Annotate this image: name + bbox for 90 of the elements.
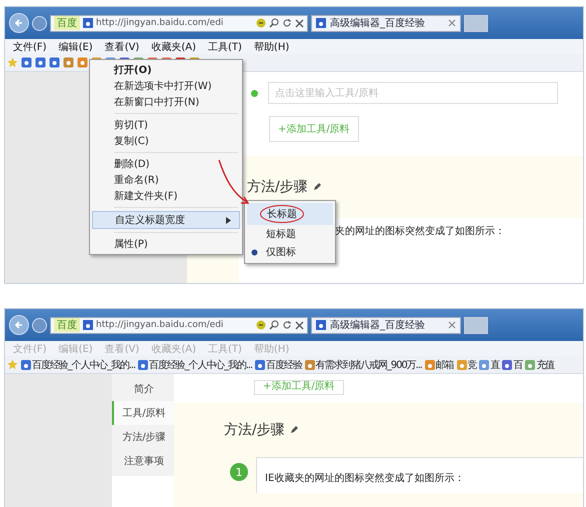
context-menu-item[interactable]: 在新窗口中打开(N)	[92, 94, 240, 110]
menu-item[interactable]: 帮助(H)	[254, 40, 290, 54]
favorite-link[interactable]: 竞	[456, 358, 476, 372]
refresh-icon[interactable]	[282, 320, 292, 330]
tab-title: 高级编辑器_百度经验	[330, 318, 426, 332]
back-button[interactable]	[9, 315, 29, 335]
close-icon[interactable]	[295, 18, 304, 28]
website-icon[interactable]	[63, 57, 74, 68]
new-tab-button[interactable]	[464, 316, 488, 334]
website-icon	[479, 360, 490, 370]
favorite-link[interactable]: 有需求到猪八戒网_900万...	[304, 358, 422, 372]
search-provider[interactable]: 百度	[54, 16, 80, 30]
website-icon	[525, 360, 536, 370]
circled-label: 长标题	[260, 205, 304, 223]
refresh-icon[interactable]	[282, 18, 292, 28]
url-text: http://jingyan.baidu.com/edi	[96, 18, 224, 28]
address-bar[interactable]: 百度 http://jingyan.baidu.com/edi	[50, 316, 308, 334]
radio-dot-icon	[251, 248, 258, 256]
context-menu-item[interactable]: 自定义标题宽度	[92, 211, 240, 229]
browser-tab[interactable]: 高级编辑器_百度经验	[311, 316, 461, 334]
favorite-link[interactable]: 百度经验_个人中心_我的...	[21, 358, 136, 372]
menu-item[interactable]: 收藏夹(A)	[151, 40, 196, 54]
website-icon[interactable]	[77, 57, 88, 68]
context-menu-item[interactable]: 剪切(T)	[92, 117, 240, 133]
submenu-item[interactable]: 短标题	[247, 225, 333, 243]
context-menu-item[interactable]: 新建文件夹(F)	[92, 188, 240, 204]
back-arrow-icon	[13, 319, 25, 331]
bullet-icon	[251, 90, 258, 96]
submenu-item[interactable]: 仅图标	[247, 243, 333, 261]
context-menu-item[interactable]: 复制(C)	[92, 133, 240, 149]
forward-button[interactable]	[32, 318, 47, 332]
step-number: 1	[230, 463, 248, 481]
forward-button[interactable]	[32, 16, 47, 30]
nav-item[interactable]: 工具/原料	[112, 401, 174, 425]
address-bar[interactable]: 百度 http://jingyan.baidu.com/edi	[50, 14, 308, 32]
search-provider[interactable]: 百度	[54, 318, 80, 332]
close-icon[interactable]	[295, 320, 304, 330]
website-icon	[21, 360, 31, 370]
website-icon	[304, 360, 315, 370]
new-tab-button[interactable]	[464, 14, 488, 32]
favorite-link[interactable]: 直	[479, 358, 500, 372]
favorite-link[interactable]: 百	[502, 358, 522, 372]
star-icon[interactable]	[7, 57, 18, 68]
context-menu-item[interactable]: 重命名(R)	[92, 172, 240, 188]
submenu-label: 短标题	[266, 228, 296, 241]
favorite-link[interactable]: 百度经验_个人中心_我的...	[138, 358, 252, 372]
search-icon[interactable]	[269, 18, 279, 28]
website-icon[interactable]	[21, 57, 32, 68]
pencil-icon[interactable]	[312, 183, 321, 191]
compat-icon[interactable]	[256, 320, 266, 330]
tab-title: 高级编辑器_百度经验	[330, 16, 426, 30]
nav-item[interactable]: 方法/步骤	[112, 425, 174, 449]
search-icon[interactable]	[269, 320, 279, 330]
close-icon[interactable]	[448, 19, 456, 27]
favorite-link[interactable]: 百度经验	[255, 358, 302, 372]
pencil-icon[interactable]	[290, 426, 298, 434]
section-heading: 方法/步骤	[247, 178, 308, 196]
submenu-item[interactable]: 长标题	[247, 203, 333, 225]
close-icon[interactable]	[448, 321, 456, 329]
website-icon	[255, 360, 266, 370]
submenu-label: 仅图标	[266, 246, 296, 259]
context-menu-item[interactable]: 删除(D)	[92, 156, 240, 172]
menu-item[interactable]: 工具(T)	[208, 40, 242, 54]
menu-item[interactable]: 编辑(E)	[58, 40, 93, 54]
nav-item[interactable]: 简介	[112, 377, 174, 401]
url-text: http://jingyan.baidu.com/edi	[96, 320, 224, 330]
step-text: IE收藏夹的网址的图标突然变成了如图所示：	[265, 473, 464, 484]
website-icon	[502, 360, 512, 370]
menu-item[interactable]: 文件(F)	[13, 40, 47, 54]
submenu-arrow-icon	[226, 217, 231, 224]
website-icon[interactable]	[35, 57, 46, 68]
context-menu-item[interactable]: 打开(O)	[92, 62, 240, 78]
nav-item[interactable]: 注意事项	[112, 449, 174, 473]
favorite-link[interactable]: 邮箱	[424, 358, 454, 372]
context-menu-item[interactable]: 属性(P)	[92, 236, 240, 252]
website-icon	[424, 360, 435, 370]
menu-item[interactable]: 查看(V)	[104, 40, 140, 54]
section-heading: 方法/步骤	[224, 421, 285, 439]
compat-icon[interactable]	[256, 18, 266, 28]
website-icon[interactable]	[49, 57, 60, 68]
star-icon[interactable]	[7, 359, 18, 370]
context-menu-item[interactable]: 在新选项卡中打开(W)	[92, 78, 240, 94]
website-icon	[138, 360, 148, 370]
favorite-link[interactable]: 充值	[525, 358, 554, 372]
website-icon	[456, 360, 467, 370]
back-button[interactable]	[9, 13, 29, 33]
tool-input-field[interactable]: 点击这里输入工具/原料	[268, 82, 558, 104]
step-text: 夹的网址的图标突然变成了如图所示：	[335, 224, 505, 238]
back-arrow-icon	[13, 17, 25, 29]
browser-tab[interactable]: 高级编辑器_百度经验	[311, 14, 461, 32]
